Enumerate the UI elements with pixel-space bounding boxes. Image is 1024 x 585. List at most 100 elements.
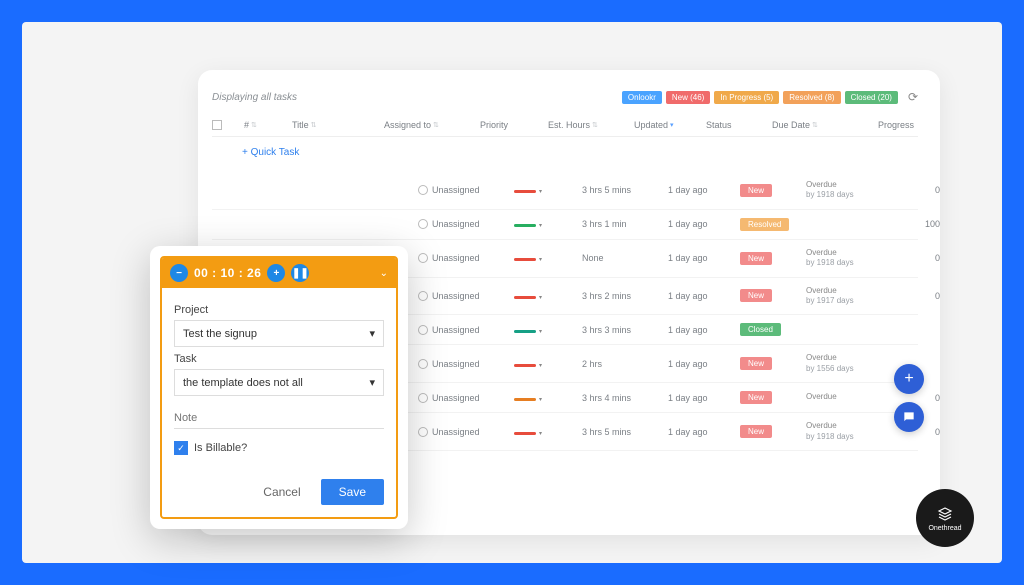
due-cell: Overdueby 1918 days [806,248,884,269]
est-cell: 3 hrs 5 mins [582,185,662,195]
updated-cell: 1 day ago [668,185,734,195]
table-row[interactable]: Unassigned ▾ 3 hrs 5 mins 1 day ago New … [212,172,918,210]
assigned-cell: Unassigned [418,185,508,195]
col-progress[interactable]: Progress [856,120,914,130]
user-icon [418,325,428,335]
status-cell: New [740,289,800,302]
due-cell: Overdueby 1917 days [806,286,884,307]
pill-onlookr[interactable]: Onlookr [622,91,662,104]
time-tracker-popup: − 00 : 10 : 26 + ❚❚ ⌄ Project Test the s… [150,246,408,529]
select-all-checkbox[interactable] [212,120,222,130]
progress-cell: 100% [890,219,940,229]
col-title[interactable]: Title⇅ [292,120,378,130]
pill-closed[interactable]: Closed (20) [845,91,898,104]
task-select[interactable]: the template does not all ▾ [174,369,384,396]
table-row[interactable]: Unassigned ▾ 3 hrs 1 min 1 day ago Resol… [212,210,918,240]
pill-resolved[interactable]: Resolved (8) [783,91,840,104]
table-header: #⇅ Title⇅ Assigned to⇅ Priority Est. Hou… [212,114,918,137]
updated-cell: 1 day ago [668,359,734,369]
status-cell: New [740,357,800,370]
due-cell [806,219,884,229]
priority-cell: ▾ [514,219,576,229]
billable-checkbox[interactable]: ✓ Is Billable? [174,441,384,455]
task-label: Task [174,353,384,365]
quick-task-button[interactable]: + Quick Task [212,137,918,172]
updated-cell: 1 day ago [668,427,734,437]
due-cell: Overdueby 1918 days [806,421,884,442]
user-icon [418,427,428,437]
status-cell: Closed [740,323,800,336]
priority-cell: ▾ [514,291,576,301]
pill-inprogress[interactable]: In Progress (5) [714,91,779,104]
updated-cell: 1 day ago [668,253,734,263]
caret-down-icon: ▾ [369,376,375,389]
updated-cell: 1 day ago [668,393,734,403]
status-filters: Onlookr New (46) In Progress (5) Resolve… [622,90,918,104]
status-cell: Resolved [740,218,800,231]
due-cell: Overdue [806,392,884,402]
assigned-cell: Unassigned [418,359,508,369]
status-cell: New [740,252,800,265]
timer-plus-icon[interactable]: + [267,264,285,282]
col-updated[interactable]: Updated▾ [634,120,700,130]
est-cell: 3 hrs 5 mins [582,427,662,437]
updated-cell: 1 day ago [668,325,734,335]
user-icon [418,359,428,369]
col-due[interactable]: Due Date⇅ [772,120,850,130]
timer-display: 00 : 10 : 26 [194,266,261,280]
save-button[interactable]: Save [321,479,384,505]
project-label: Project [174,304,384,316]
assigned-cell: Unassigned [418,219,508,229]
col-est[interactable]: Est. Hours⇅ [548,120,628,130]
timer-minus-icon[interactable]: − [170,264,188,282]
assigned-cell: Unassigned [418,291,508,301]
subtitle: Displaying all tasks [212,92,297,103]
project-select[interactable]: Test the signup ▾ [174,320,384,347]
due-cell: Overdueby 1918 days [806,180,884,201]
cancel-button[interactable]: Cancel [251,479,312,505]
col-status[interactable]: Status [706,120,766,130]
assigned-cell: Unassigned [418,427,508,437]
priority-cell: ▾ [514,427,576,437]
progress-cell: 0% [890,291,940,301]
col-number[interactable]: #⇅ [244,120,286,130]
fab-chat[interactable] [894,402,924,432]
status-cell: New [740,391,800,404]
fab-add[interactable]: + [894,364,924,394]
est-cell: 3 hrs 2 mins [582,291,662,301]
progress-cell: 0% [890,253,940,263]
due-cell [806,325,884,335]
priority-cell: ▾ [514,325,576,335]
assigned-cell: Unassigned [418,253,508,263]
caret-down-icon: ▾ [369,327,375,340]
note-input[interactable] [174,408,384,429]
priority-cell: ▾ [514,359,576,369]
status-cell: New [740,425,800,438]
due-cell: Overdueby 1556 days [806,353,884,374]
user-icon [418,185,428,195]
est-cell: 3 hrs 4 mins [582,393,662,403]
check-icon: ✓ [174,441,188,455]
priority-cell: ▾ [514,393,576,403]
col-priority[interactable]: Priority [480,120,542,130]
col-assigned[interactable]: Assigned to⇅ [384,120,474,130]
timer-pause-icon[interactable]: ❚❚ [291,264,309,282]
user-icon [418,393,428,403]
pill-new[interactable]: New (46) [666,91,710,104]
timer-header: − 00 : 10 : 26 + ❚❚ ⌄ [162,258,396,288]
user-icon [418,253,428,263]
est-cell: None [582,253,662,263]
est-cell: 3 hrs 3 mins [582,325,662,335]
chevron-down-icon[interactable]: ⌄ [380,268,388,279]
brand-badge: Onethread [916,489,974,547]
assigned-cell: Unassigned [418,393,508,403]
updated-cell: 1 day ago [668,219,734,229]
status-cell: New [740,184,800,197]
user-icon [418,219,428,229]
priority-cell: ▾ [514,253,576,263]
est-cell: 3 hrs 1 min [582,219,662,229]
progress-cell: 0% [890,185,940,195]
user-icon [418,291,428,301]
refresh-icon[interactable]: ⟳ [908,90,918,104]
assigned-cell: Unassigned [418,325,508,335]
